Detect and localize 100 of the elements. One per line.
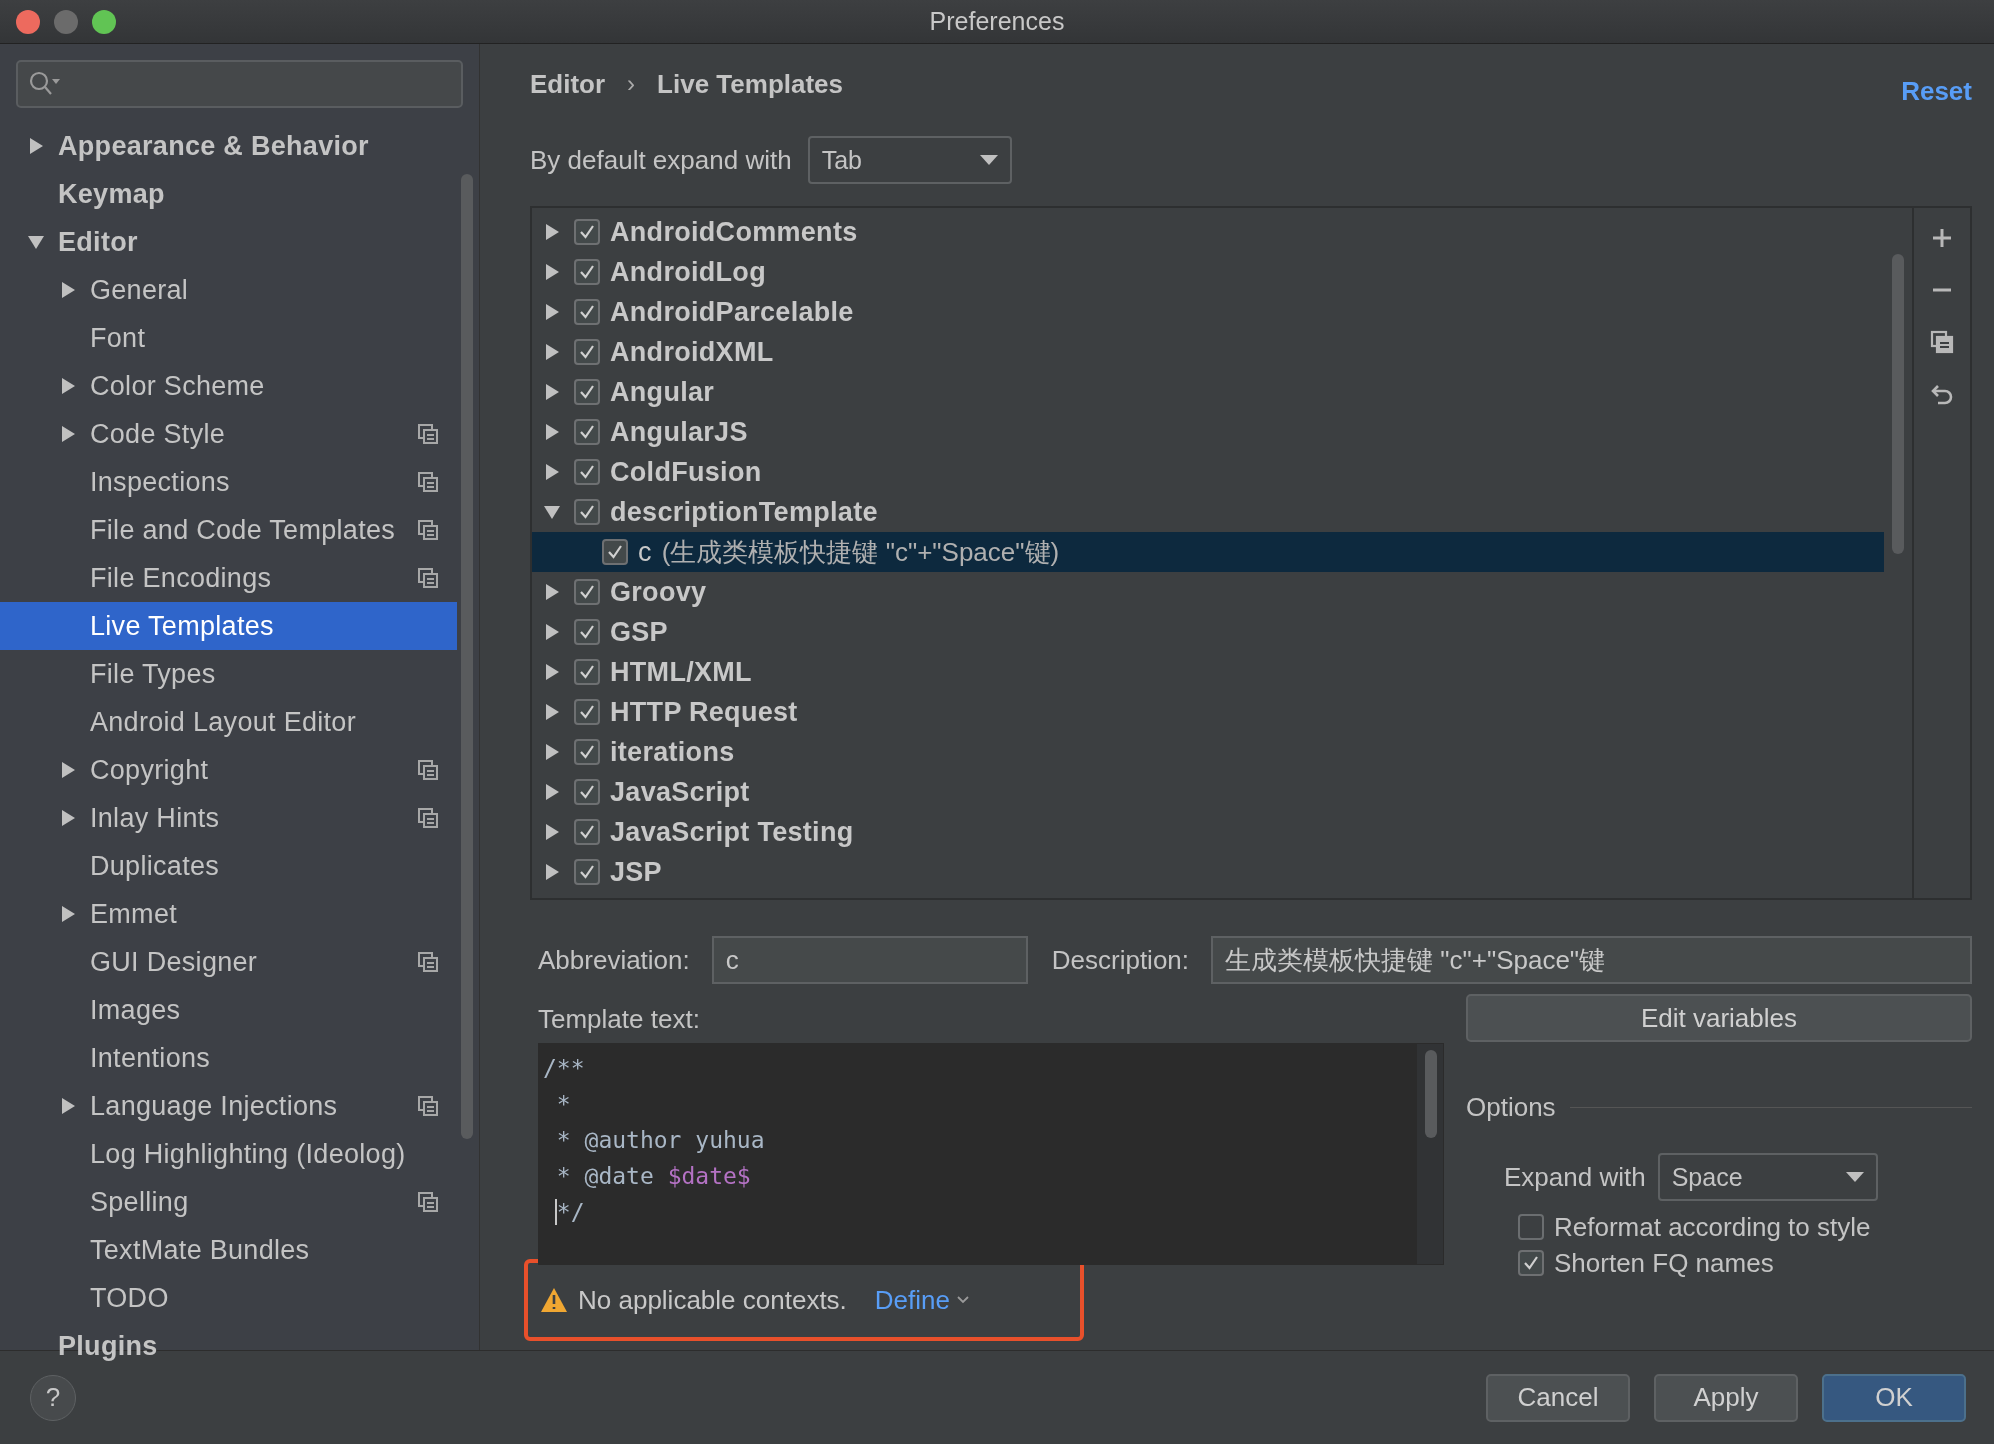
expand-arrow-icon[interactable] [59,1097,77,1115]
expand-arrow-icon[interactable] [543,863,561,881]
template-group-row[interactable]: AndroidParcelable [532,292,1884,332]
settings-tree-item[interactable]: Copyright [0,746,457,794]
expand-dropdown[interactable]: Tab [807,136,1012,184]
checkbox[interactable] [574,219,600,245]
edit-variables-button[interactable]: Edit variables [1466,994,1972,1042]
expand-arrow-icon[interactable] [543,703,561,721]
settings-tree-item[interactable]: GUI Designer [0,938,457,986]
expand-arrow-icon[interactable] [59,377,77,395]
expand-arrow-icon[interactable] [543,343,561,361]
checkbox[interactable] [574,419,600,445]
checkbox[interactable] [574,739,600,765]
template-group-row[interactable]: JSP [532,852,1884,892]
checkbox[interactable] [574,259,600,285]
expand-arrow-icon[interactable] [543,303,561,321]
template-row[interactable]: c (生成类模板快捷键 "c"+"Space"键) [532,532,1884,572]
checkbox[interactable] [602,539,628,565]
expand-arrow-icon[interactable] [59,281,77,299]
settings-tree-item[interactable]: TextMate Bundles [0,1226,457,1274]
settings-tree-item[interactable]: Plugins [0,1322,457,1370]
template-group-row[interactable]: HTTP Request [532,692,1884,732]
settings-tree-item[interactable]: Duplicates [0,842,457,890]
expand-arrow-icon[interactable] [59,425,77,443]
expand-arrow-icon[interactable] [543,583,561,601]
settings-tree-item[interactable]: Android Layout Editor [0,698,457,746]
expand-arrow-icon[interactable] [59,761,77,779]
settings-tree-item[interactable]: Code Style [0,410,457,458]
template-group-row[interactable]: descriptionTemplate [532,492,1884,532]
settings-tree-item[interactable]: General [0,266,457,314]
checkbox[interactable] [574,579,600,605]
settings-tree-item[interactable]: Keymap [0,170,457,218]
close-button[interactable] [16,9,40,34]
settings-tree-item[interactable]: Editor [0,218,457,266]
settings-tree-item[interactable]: Log Highlighting (Ideolog) [0,1130,457,1178]
settings-tree-item[interactable]: Emmet [0,890,457,938]
template-group-row[interactable]: AndroidComments [532,212,1884,252]
checkbox[interactable] [574,659,600,685]
search-field[interactable] [16,60,463,108]
expand-arrow-icon[interactable] [59,809,77,827]
expand-arrow-icon[interactable] [543,463,561,481]
template-group-row[interactable]: Groovy [532,572,1884,612]
abbreviation-field[interactable]: c [711,936,1028,984]
collapse-arrow-icon[interactable] [27,233,45,251]
checkbox[interactable] [574,499,600,525]
dialog-button[interactable]: OK [1822,1373,1966,1422]
expand-arrow-icon[interactable] [59,905,77,923]
dialog-button[interactable]: Cancel [1486,1373,1630,1422]
collapse-arrow-icon[interactable] [543,503,561,521]
settings-tree-item[interactable]: File Types [0,650,457,698]
checkbox[interactable] [574,619,600,645]
expand-arrow-icon[interactable] [543,783,561,801]
description-field[interactable]: 生成类模板快捷键 "c"+"Space"键 [1211,936,1972,984]
settings-tree-item[interactable]: Font [0,314,457,362]
template-group-row[interactable]: JavaScript [532,772,1884,812]
checkbox[interactable] [1518,1250,1544,1276]
define-link[interactable]: Define [874,1284,970,1316]
settings-tree-item[interactable]: TODO [0,1274,457,1322]
template-group-row[interactable]: AndroidLog [532,252,1884,292]
template-group-row[interactable]: JavaScript Testing [532,812,1884,852]
expand-arrow-icon[interactable] [543,623,561,641]
scrollbar[interactable] [461,174,473,1139]
zoom-button[interactable] [92,9,116,34]
expand-arrow-icon[interactable] [543,743,561,761]
dialog-button[interactable]: Apply [1654,1373,1798,1422]
checkbox[interactable] [574,699,600,725]
settings-tree-item[interactable]: File and Code Templates [0,506,457,554]
settings-tree-item[interactable]: Language Injections [0,1082,457,1130]
settings-tree-item[interactable]: Inlay Hints [0,794,457,842]
checkbox[interactable] [574,779,600,805]
checkbox[interactable] [574,459,600,485]
expand-arrow-icon[interactable] [543,223,561,241]
settings-tree-item[interactable]: Intentions [0,1034,457,1082]
reset-link[interactable]: Reset [1901,75,1972,107]
template-group-row[interactable]: AndroidXML [532,332,1884,372]
template-group-row[interactable]: Angular [532,372,1884,412]
settings-tree-item[interactable]: Live Templates [0,602,457,650]
template-group-row[interactable]: ColdFusion [532,452,1884,492]
settings-tree-item[interactable]: File Encodings [0,554,457,602]
expand-arrow-icon[interactable] [543,423,561,441]
checkbox[interactable] [574,859,600,885]
scrollbar[interactable] [1892,254,1904,554]
settings-tree-item[interactable]: Images [0,986,457,1034]
checkbox[interactable] [574,819,600,845]
expand-arrow-icon[interactable] [543,263,561,281]
settings-tree-item[interactable]: Appearance & Behavior [0,122,457,170]
checkbox[interactable] [574,339,600,365]
checkbox[interactable] [574,379,600,405]
checkbox[interactable] [1518,1214,1544,1240]
expand-arrow-icon[interactable] [543,663,561,681]
expand-arrow-icon[interactable] [543,383,561,401]
template-group-row[interactable]: GSP [532,612,1884,652]
expand-with-dropdown[interactable]: Space [1657,1153,1878,1201]
template-group-row[interactable]: HTML/XML [532,652,1884,692]
scrollbar[interactable] [1425,1050,1437,1138]
expand-arrow-icon[interactable] [543,823,561,841]
checkbox[interactable] [574,299,600,325]
settings-tree-item[interactable]: Color Scheme [0,362,457,410]
template-group-row[interactable]: iterations [532,732,1884,772]
settings-tree-item[interactable]: Inspections [0,458,457,506]
